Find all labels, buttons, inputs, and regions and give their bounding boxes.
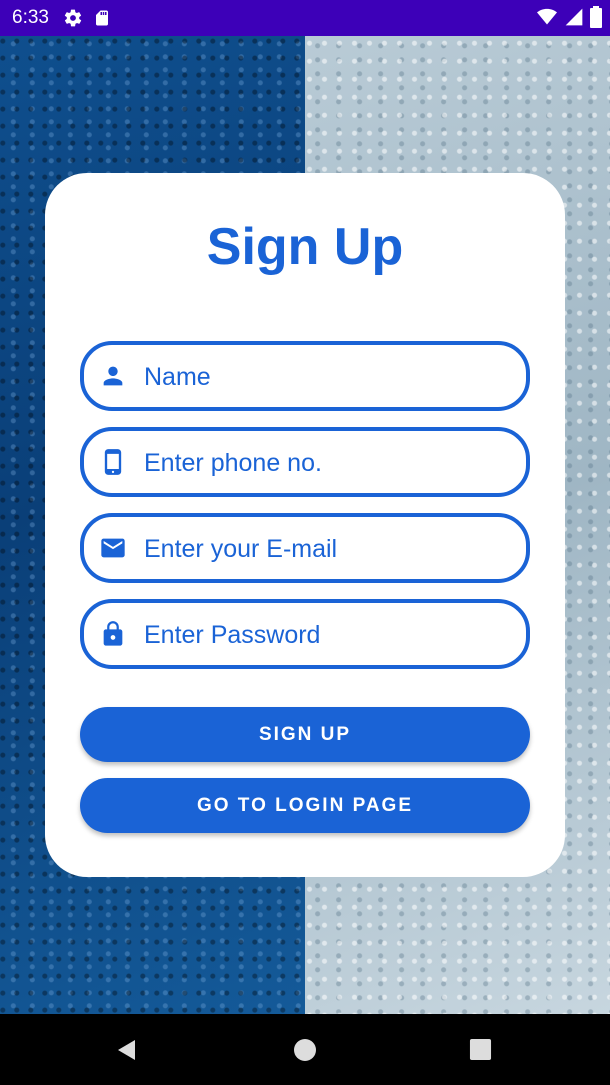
navigation-bar [0, 1014, 610, 1085]
person-icon [98, 361, 128, 391]
phone-icon [98, 447, 128, 477]
name-field[interactable] [80, 341, 530, 411]
sign-up-button[interactable]: SIGN UP [80, 707, 530, 762]
signal-icon [564, 7, 584, 32]
phone-input[interactable] [142, 431, 516, 495]
email-input[interactable] [142, 517, 516, 581]
sd-card-icon [93, 8, 111, 28]
wifi-icon [536, 7, 558, 32]
battery-icon [590, 6, 602, 33]
phone-field[interactable] [80, 427, 530, 497]
recents-icon[interactable] [469, 1038, 492, 1061]
back-icon[interactable] [115, 1038, 139, 1062]
home-icon[interactable] [293, 1038, 317, 1062]
signup-card: Sign Up SIGN UP GO TO LOGIN PAGE [45, 173, 565, 877]
page-title: Sign Up [206, 218, 404, 276]
status-time: 6:33 [12, 7, 49, 28]
password-input[interactable] [142, 603, 516, 667]
email-icon [98, 533, 128, 563]
name-input[interactable] [142, 345, 516, 409]
gear-icon [63, 8, 83, 28]
go-to-login-button[interactable]: GO TO LOGIN PAGE [80, 778, 530, 833]
status-bar: 6:33 [0, 0, 610, 36]
email-field[interactable] [80, 513, 530, 583]
lock-icon [98, 619, 128, 649]
password-field[interactable] [80, 599, 530, 669]
